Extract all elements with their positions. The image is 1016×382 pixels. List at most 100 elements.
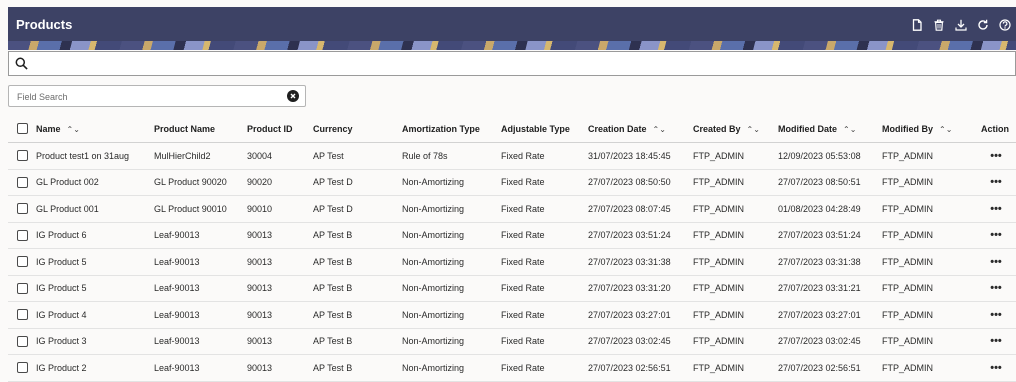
more-actions-icon[interactable]: •••	[988, 229, 1002, 241]
cell-amortization-type: Non-Amortizing	[402, 169, 501, 196]
search-icon	[15, 57, 28, 70]
cell-currency: AP Test B	[313, 275, 402, 302]
more-actions-icon[interactable]: •••	[988, 335, 1002, 347]
table-row[interactable]: IG Product 2 Leaf-90013 90013 AP Test B Non-…	[8, 354, 1016, 382]
cell-product-name: Leaf-90013	[154, 328, 247, 355]
page-title: Products	[16, 17, 73, 32]
more-actions-icon[interactable]: •••	[988, 176, 1002, 188]
row-action-cell: •••	[974, 222, 1016, 249]
help-icon[interactable]	[994, 15, 1016, 35]
sort-icon[interactable]: ⌃⌄	[939, 125, 952, 134]
table-row[interactable]: IG Product 5 Leaf-90013 90013 AP Test B Non-…	[8, 275, 1016, 302]
cell-modified-by: FTP_ADMIN	[882, 169, 974, 196]
column-header-modified-date[interactable]: Modified Date ⌃⌄	[778, 115, 882, 143]
table-row[interactable]: Product test1 on 31aug MulHierChild2 30004…	[8, 142, 1016, 170]
cell-product-name: GL Product 90020	[154, 169, 247, 196]
cell-product-name: Leaf-90013	[154, 275, 247, 302]
sort-icon[interactable]: ⌃⌄	[67, 125, 80, 134]
cell-currency: AP Test D	[313, 195, 402, 223]
cell-amortization-type: Non-Amortizing	[402, 328, 501, 355]
cell-modified-date: 27/07/2023 08:50:51	[778, 169, 882, 196]
row-action-cell: •••	[974, 354, 1016, 382]
refresh-icon[interactable]	[972, 15, 994, 35]
more-actions-icon[interactable]: •••	[988, 150, 1002, 162]
cell-currency: AP Test B	[313, 222, 402, 249]
products-table: Name ⌃⌄ Product Name Product ID Currency …	[8, 115, 1016, 382]
more-actions-icon[interactable]: •••	[988, 309, 1002, 321]
cell-created-by: FTP_ADMIN	[693, 169, 778, 196]
global-search	[8, 51, 1016, 76]
table-row[interactable]: GL Product 001 GL Product 90010 90010 AP Te…	[8, 195, 1016, 223]
table-row[interactable]: GL Product 002 GL Product 90020 90020 AP Te…	[8, 169, 1016, 196]
cell-amortization-type: Non-Amortizing	[402, 275, 501, 302]
table-row[interactable]: IG Product 4 Leaf-90013 90013 AP Test B Non-…	[8, 301, 1016, 329]
search-input[interactable]	[33, 54, 997, 75]
cell-currency: AP Test B	[313, 248, 402, 276]
row-checkbox[interactable]	[17, 229, 28, 241]
cell-currency: AP Test B	[313, 328, 402, 355]
cell-creation-date: 27/07/2023 08:50:50	[588, 169, 693, 196]
row-checkbox[interactable]	[17, 150, 28, 162]
cell-created-by: FTP_ADMIN	[693, 328, 778, 355]
select-all-checkbox[interactable]	[17, 123, 28, 135]
row-checkbox[interactable]	[17, 362, 28, 374]
cell-created-by: FTP_ADMIN	[693, 248, 778, 276]
column-header-creation-date[interactable]: Creation Date ⌃⌄	[588, 115, 693, 143]
cell-modified-date: 27/07/2023 03:31:38	[778, 248, 882, 276]
column-header-created-by[interactable]: Created By ⌃⌄	[693, 115, 778, 143]
cell-name: GL Product 001	[36, 195, 154, 223]
cell-product-id: 90013	[247, 328, 313, 355]
cell-created-by: FTP_ADMIN	[693, 222, 778, 249]
more-actions-icon[interactable]: •••	[988, 203, 1002, 215]
cell-product-id: 90013	[247, 248, 313, 276]
field-search-input[interactable]	[15, 88, 279, 106]
cell-creation-date: 27/07/2023 02:56:51	[588, 354, 693, 382]
row-checkbox[interactable]	[17, 203, 28, 215]
sort-icon[interactable]: ⌃⌄	[653, 125, 666, 134]
cell-product-name: GL Product 90010	[154, 195, 247, 223]
cell-name: Product test1 on 31aug	[36, 142, 154, 170]
sort-icon[interactable]: ⌃⌄	[843, 125, 856, 134]
more-actions-icon[interactable]: •••	[988, 282, 1002, 294]
row-checkbox[interactable]	[17, 335, 28, 347]
table-row[interactable]: IG Product 6 Leaf-90013 90013 AP Test B Non-…	[8, 222, 1016, 249]
column-header-modified-by[interactable]: Modified By ⌃⌄	[882, 115, 974, 143]
download-icon[interactable]	[950, 15, 972, 35]
row-action-cell: •••	[974, 195, 1016, 223]
clear-icon[interactable]	[287, 90, 299, 102]
cell-creation-date: 27/07/2023 08:07:45	[588, 195, 693, 223]
row-checkbox[interactable]	[17, 256, 28, 268]
column-header-action: Action	[974, 115, 1016, 143]
table-row[interactable]: IG Product 3 Leaf-90013 90013 AP Test B Non-…	[8, 328, 1016, 355]
cell-modified-by: FTP_ADMIN	[882, 301, 974, 329]
cell-created-by: FTP_ADMIN	[693, 142, 778, 170]
cell-name: IG Product 6	[36, 222, 154, 249]
row-checkbox[interactable]	[17, 309, 28, 321]
column-header-product-name: Product Name	[154, 115, 247, 143]
row-checkbox[interactable]	[17, 176, 28, 188]
cell-adjustable-type: Fixed Rate	[501, 301, 588, 329]
cell-created-by: FTP_ADMIN	[693, 301, 778, 329]
cell-name: IG Product 2	[36, 354, 154, 382]
cell-modified-by: FTP_ADMIN	[882, 354, 974, 382]
more-actions-icon[interactable]: •••	[988, 362, 1002, 374]
delete-icon[interactable]	[928, 15, 950, 35]
table-row[interactable]: IG Product 5 Leaf-90013 90013 AP Test B Non-…	[8, 248, 1016, 276]
cell-name: GL Product 002	[36, 169, 154, 196]
column-header-name[interactable]: Name ⌃⌄	[36, 115, 154, 143]
cell-name: IG Product 5	[36, 275, 154, 302]
sort-icon[interactable]: ⌃⌄	[747, 125, 760, 134]
cell-currency: AP Test B	[313, 301, 402, 329]
cell-amortization-type: Non-Amortizing	[402, 195, 501, 223]
more-actions-icon[interactable]: •••	[988, 256, 1002, 268]
cell-adjustable-type: Fixed Rate	[501, 248, 588, 276]
add-icon[interactable]	[906, 15, 928, 35]
row-select-cell	[8, 354, 36, 382]
row-action-cell: •••	[974, 275, 1016, 302]
cell-modified-date: 27/07/2023 03:51:24	[778, 222, 882, 249]
row-action-cell: •••	[974, 169, 1016, 196]
cell-creation-date: 27/07/2023 03:31:38	[588, 248, 693, 276]
header-decorative-band	[8, 41, 1016, 50]
cell-amortization-type: Non-Amortizing	[402, 248, 501, 276]
row-checkbox[interactable]	[17, 282, 28, 294]
